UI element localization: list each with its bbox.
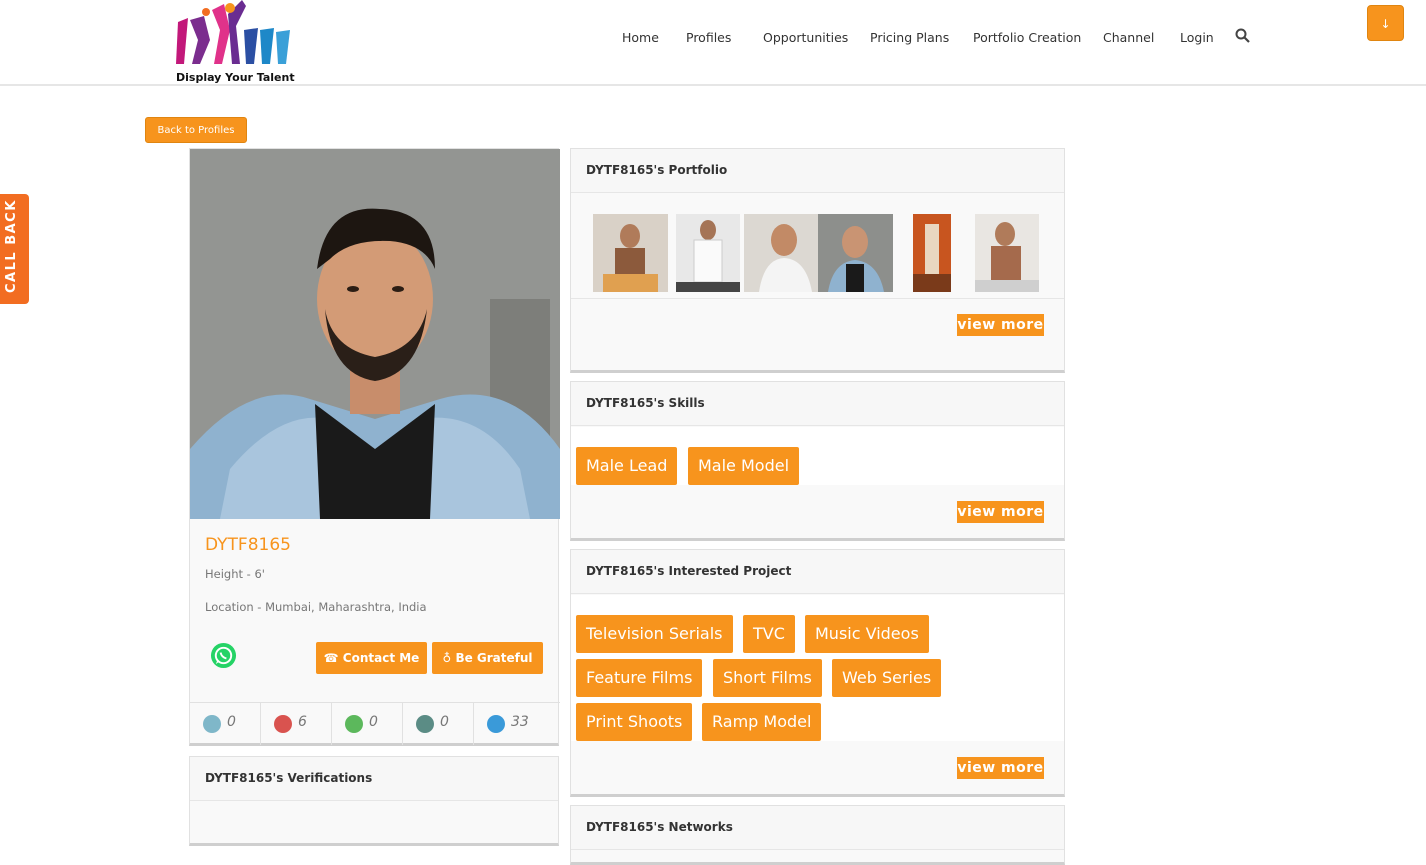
scroll-down-button[interactable]: ↓ <box>1367 5 1404 41</box>
video-icon <box>203 715 221 733</box>
stat-music[interactable]: 0 <box>332 703 403 745</box>
be-grateful-button[interactable]: ♁ Be Grateful <box>432 642 543 674</box>
panel-header: DYTF8165's Verifications <box>190 757 558 801</box>
monitor-icon <box>416 715 434 733</box>
networks-panel: DYTF8165's Networks <box>570 805 1065 865</box>
stat-screens[interactable]: 0 <box>403 703 474 745</box>
profile-photo <box>190 149 560 519</box>
medal-icon: ♁ <box>442 651 456 665</box>
skills-title: DYTF8165's Skills <box>586 396 705 410</box>
portfolio-thumbnail[interactable] <box>913 214 951 292</box>
nav-login[interactable]: Login <box>1180 30 1214 45</box>
stat-value: 0 <box>227 714 236 730</box>
photo-gallery-icon <box>274 715 292 733</box>
project-tag[interactable]: Short Films <box>713 659 822 697</box>
stat-value: 33 <box>511 714 529 730</box>
interested-project-panel: DYTF8165's Interested Project Television… <box>570 549 1065 797</box>
music-icon <box>345 715 363 733</box>
nav-opportunities[interactable]: Opportunities <box>763 30 848 45</box>
profile-stats: 0 6 0 0 33 <box>190 702 560 745</box>
contact-me-label: Contact Me <box>342 651 420 665</box>
nav-profiles[interactable]: Profiles <box>686 30 731 45</box>
interested-view-more-button[interactable]: view more <box>957 757 1044 779</box>
project-tag[interactable]: Ramp Model <box>702 703 822 741</box>
search-icon[interactable] <box>1235 28 1251 44</box>
panel-header: DYTF8165's Networks <box>571 806 1064 850</box>
portfolio-thumbnail[interactable] <box>744 214 818 292</box>
portfolio-view-more-button[interactable]: view more <box>957 314 1044 336</box>
skill-tag[interactable]: Male Model <box>688 447 800 485</box>
skills-panel: DYTF8165's Skills Male Lead Male Model v… <box>570 381 1065 541</box>
whatsapp-icon[interactable] <box>210 642 237 669</box>
portfolio-thumbnail[interactable] <box>676 214 740 292</box>
contact-me-button[interactable]: ☎ Contact Me <box>316 642 427 674</box>
portfolio-title: DYTF8165's Portfolio <box>586 163 728 177</box>
skills-tags: Male Lead Male Model <box>571 427 1064 485</box>
profile-name: DYTF8165 <box>205 535 291 555</box>
site-header: Display Your Talent Home Profiles Opport… <box>0 0 1426 86</box>
views-icon <box>487 715 505 733</box>
portfolio-panel: DYTF8165's Portfolio view more <box>570 148 1065 373</box>
nav-home[interactable]: Home <box>622 30 659 45</box>
nav-pricing-plans[interactable]: Pricing Plans <box>870 30 949 45</box>
interested-tags: Television Serials TVC Music Videos Feat… <box>571 595 1064 741</box>
panel-header: DYTF8165's Portfolio <box>571 149 1064 193</box>
skill-tag[interactable]: Male Lead <box>576 447 678 485</box>
logo[interactable]: Display Your Talent <box>170 0 300 86</box>
project-tag[interactable]: TVC <box>743 615 795 653</box>
stat-views[interactable]: 33 <box>474 703 560 745</box>
project-tag[interactable]: Print Shoots <box>576 703 693 741</box>
skills-view-more-button[interactable]: view more <box>957 501 1044 523</box>
verifications-title: DYTF8165's Verifications <box>205 771 373 785</box>
stat-value: 0 <box>440 714 449 730</box>
networks-title: DYTF8165's Networks <box>586 820 733 834</box>
portfolio-thumbnail[interactable] <box>818 214 893 292</box>
call-back-label: CALL BACK <box>4 199 19 293</box>
stat-videos[interactable]: 0 <box>190 703 261 745</box>
project-tag[interactable]: Web Series <box>832 659 942 697</box>
be-grateful-label: Be Grateful <box>455 651 533 665</box>
nav-channel[interactable]: Channel <box>1103 30 1154 45</box>
profile-height: Height - 6' <box>205 567 265 581</box>
back-to-profiles-button[interactable]: Back to Profiles <box>145 117 247 143</box>
verifications-panel: DYTF8165's Verifications <box>189 756 559 846</box>
logo-graphic <box>176 0 290 64</box>
logo-tagline: Display Your Talent <box>176 71 295 84</box>
portfolio-thumbnail[interactable] <box>593 214 668 292</box>
profile-location: Location - Mumbai, Maharashtra, India <box>205 600 427 614</box>
panel-footer: view more <box>571 298 1064 350</box>
interested-project-title: DYTF8165's Interested Project <box>586 564 792 578</box>
nav-portfolio-creation[interactable]: Portfolio Creation <box>973 30 1081 45</box>
panel-header: DYTF8165's Skills <box>571 382 1064 426</box>
portfolio-thumbnail[interactable] <box>975 214 1039 292</box>
project-tag[interactable]: Feature Films <box>576 659 703 697</box>
call-back-tab[interactable]: CALL BACK <box>0 194 29 304</box>
project-tag[interactable]: Television Serials <box>576 615 733 653</box>
stat-photos[interactable]: 6 <box>261 703 332 745</box>
stat-value: 6 <box>298 714 307 730</box>
panel-header: DYTF8165's Interested Project <box>571 550 1064 594</box>
contact-icon: ☎ <box>323 651 343 665</box>
profile-card: DYTF8165 Height - 6' Location - Mumbai, … <box>189 148 560 746</box>
stat-value: 0 <box>369 714 378 730</box>
project-tag[interactable]: Music Videos <box>805 615 929 653</box>
